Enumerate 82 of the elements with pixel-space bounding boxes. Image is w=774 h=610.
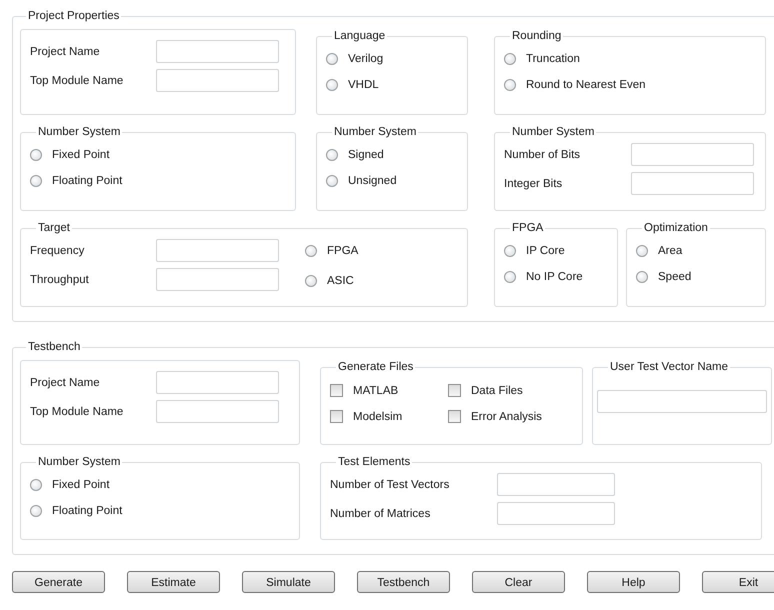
- field-label: Top Module Name: [30, 74, 124, 86]
- radio-label: Round to Nearest Even: [526, 78, 646, 90]
- radio-button[interactable]: [636, 270, 648, 282]
- group-title: Target: [37, 221, 71, 235]
- radio-label: FPGA: [327, 244, 358, 256]
- field-label: Throughput: [30, 274, 90, 286]
- group-title: Number System: [37, 455, 122, 469]
- action-button[interactable]: Generate: [12, 571, 105, 593]
- input-field[interactable]: [156, 239, 279, 262]
- group-title: Number System: [511, 125, 596, 139]
- radio-button[interactable]: [30, 174, 42, 186]
- group-title: Generate Files: [337, 360, 414, 374]
- radio-button[interactable]: [30, 148, 42, 160]
- radio-label: ASIC: [327, 274, 354, 286]
- group-title: Optimization: [643, 221, 709, 235]
- group-title: Test Elements: [337, 455, 412, 469]
- input-field[interactable]: [156, 400, 279, 423]
- radio-label: VHDL: [348, 78, 379, 90]
- group-title: FPGA: [511, 221, 544, 235]
- radio-button[interactable]: [30, 478, 42, 490]
- section-title: Testbench: [27, 340, 82, 354]
- radio-button[interactable]: [504, 244, 516, 256]
- group-title: User Test Vector Name: [609, 360, 730, 374]
- input-field[interactable]: [156, 69, 279, 92]
- checkbox[interactable]: [448, 384, 461, 397]
- radio-button[interactable]: [326, 174, 338, 186]
- field-label: Top Module Name: [30, 406, 124, 418]
- action-button[interactable]: Estimate: [127, 571, 220, 593]
- radio-label: Verilog: [348, 52, 384, 64]
- action-button[interactable]: Clear: [472, 571, 565, 593]
- action-button[interactable]: Testbench: [357, 571, 450, 593]
- action-button[interactable]: Help: [587, 571, 680, 593]
- radio-button[interactable]: [326, 148, 338, 160]
- radio-label: Area: [658, 244, 682, 256]
- field-label: Number of Bits: [504, 148, 582, 160]
- radio-label: Signed: [348, 148, 384, 160]
- radio-button[interactable]: [504, 78, 516, 90]
- radio-label: Speed: [658, 270, 692, 282]
- checkbox[interactable]: [330, 410, 343, 423]
- radio-button[interactable]: [504, 52, 516, 64]
- radio-label: No IP Core: [526, 270, 583, 282]
- radio-label: Truncation: [526, 52, 580, 64]
- radio-button[interactable]: [326, 52, 338, 64]
- input-field[interactable]: [631, 143, 754, 166]
- radio-label: Floating Point: [52, 174, 122, 186]
- checkbox-label: Modelsim: [353, 410, 402, 422]
- checkbox[interactable]: [330, 384, 343, 397]
- field-label: Frequency: [30, 244, 86, 256]
- field-label: Number of Test Vectors: [330, 478, 450, 490]
- radio-label: Floating Point: [52, 504, 122, 516]
- radio-label: Fixed Point: [52, 478, 110, 490]
- input-field[interactable]: [631, 172, 754, 195]
- field-label: Project Name: [30, 46, 101, 58]
- checkbox[interactable]: [448, 410, 461, 423]
- input-field[interactable]: [156, 371, 279, 394]
- group-title: Number System: [333, 125, 418, 139]
- input-field[interactable]: [597, 390, 767, 413]
- checkbox-label: Data Files: [471, 384, 523, 396]
- field-label: Project Name: [30, 376, 101, 388]
- action-button[interactable]: Exit: [702, 571, 774, 593]
- radio-label: Fixed Point: [52, 148, 110, 160]
- section-title: Project Properties: [27, 9, 120, 23]
- radio-button[interactable]: [305, 274, 317, 286]
- radio-button[interactable]: [504, 270, 516, 282]
- radio-label: IP Core: [526, 244, 565, 256]
- checkbox-label: MATLAB: [353, 384, 398, 396]
- field-label: Integer Bits: [504, 178, 564, 190]
- group-title: Language: [333, 29, 386, 43]
- radio-label: Unsigned: [348, 174, 397, 186]
- group-title: Number System: [37, 125, 122, 139]
- radio-button[interactable]: [305, 244, 317, 256]
- input-field[interactable]: [497, 502, 615, 525]
- input-field[interactable]: [156, 40, 279, 63]
- radio-button[interactable]: [326, 78, 338, 90]
- radio-button[interactable]: [636, 244, 648, 256]
- input-field[interactable]: [497, 473, 615, 496]
- action-button[interactable]: Simulate: [242, 571, 335, 593]
- checkbox-label: Error Analysis: [471, 410, 542, 422]
- field-label: Number of Matrices: [330, 508, 432, 520]
- input-field[interactable]: [156, 268, 279, 291]
- radio-button[interactable]: [30, 504, 42, 516]
- group-title: Rounding: [511, 29, 562, 43]
